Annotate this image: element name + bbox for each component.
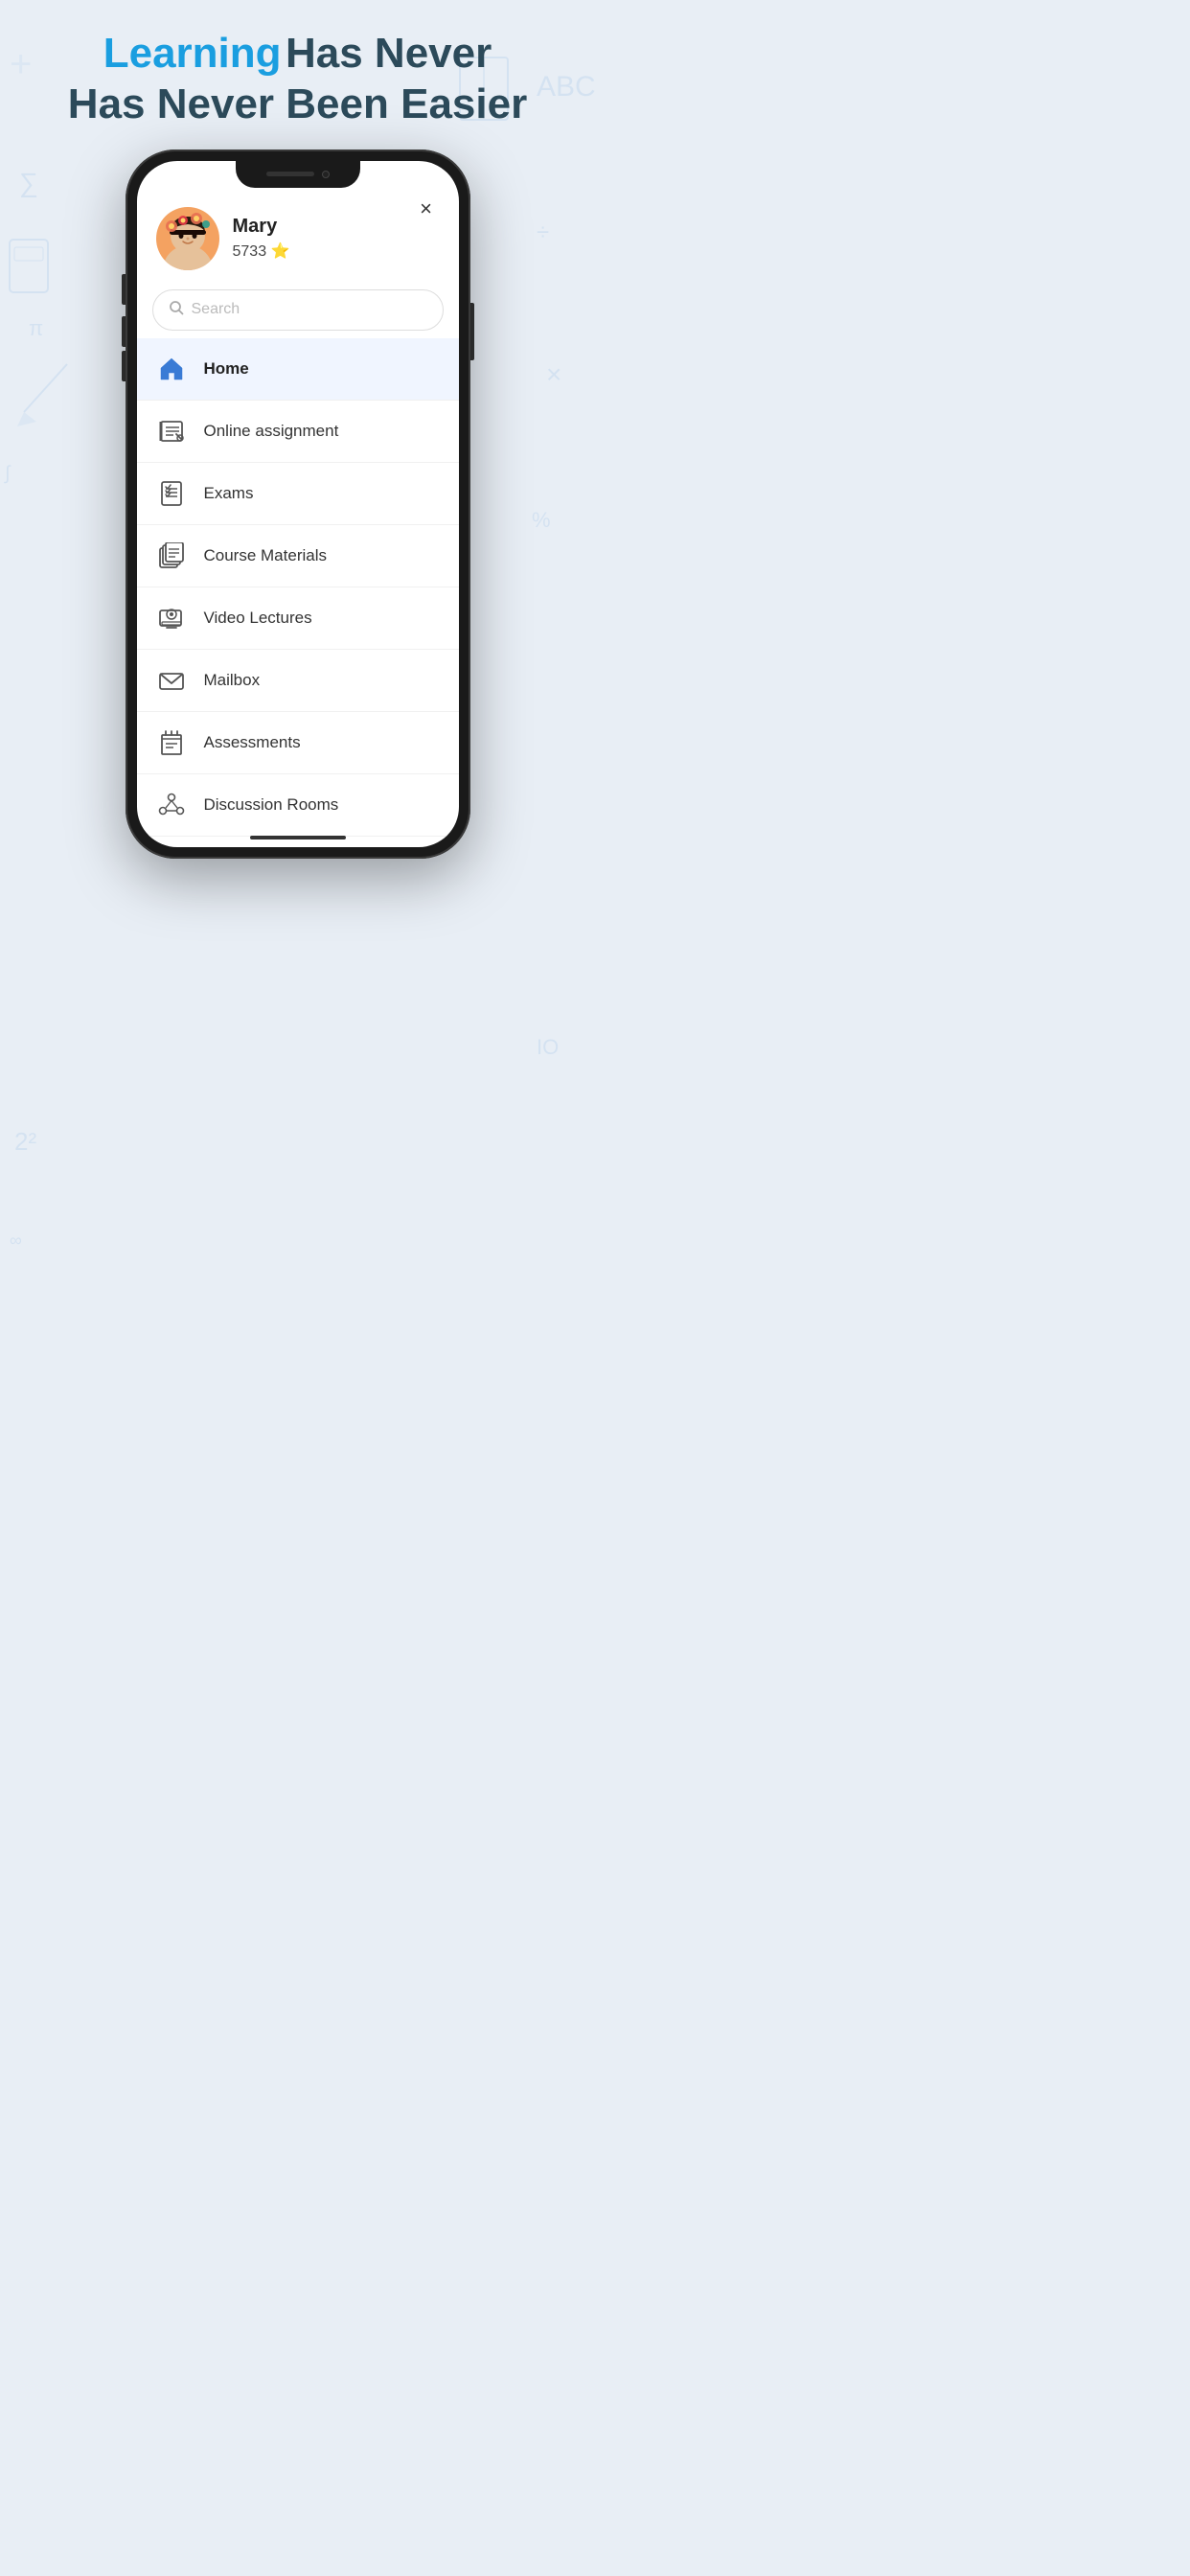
avatar <box>156 207 219 270</box>
menu-item-online-assignment[interactable]: Online assignment <box>137 401 459 463</box>
svg-text:π: π <box>29 316 43 340</box>
notch-speaker <box>266 172 314 176</box>
menu-label-assessments: Assessments <box>204 733 301 752</box>
menu-label-video-lectures: Video Lectures <box>204 609 312 628</box>
svg-text:∫: ∫ <box>4 463 11 484</box>
discussion-rooms-icon <box>156 790 187 820</box>
menu-item-course-materials[interactable]: Course Materials <box>137 525 459 587</box>
hero-section: Learning Has Never Has Never Been Easier <box>68 29 527 130</box>
menu-item-video-lectures[interactable]: Video Lectures <box>137 587 459 650</box>
menu-item-assessments[interactable]: Assessments <box>137 712 459 774</box>
home-icon <box>156 354 187 384</box>
user-info: Mary 5733 ⭐ <box>233 216 290 261</box>
home-bar <box>250 836 346 840</box>
search-icon <box>169 300 184 320</box>
hero-subtitle-line2: Has Never Been Easier <box>68 80 527 127</box>
menu-label-home: Home <box>204 359 249 379</box>
menu-label-mailbox: Mailbox <box>204 671 261 690</box>
svg-text:IO: IO <box>537 1035 559 1059</box>
phone-frame: × <box>126 150 470 859</box>
svg-text:+: + <box>10 43 32 85</box>
hero-learning-word: Learning <box>103 30 282 77</box>
mailbox-icon <box>156 665 187 696</box>
phone-notch <box>236 161 360 188</box>
menu-label-assignment: Online assignment <box>204 422 339 441</box>
assessments-icon <box>156 727 187 758</box>
exams-icon <box>156 478 187 509</box>
svg-text:%: % <box>532 508 551 532</box>
svg-text:ABC: ABC <box>537 71 595 103</box>
menu-item-mailbox[interactable]: Mailbox <box>137 650 459 712</box>
menu-list: Home Onli <box>137 338 459 847</box>
menu-label-exams: Exams <box>204 484 254 503</box>
notch-camera <box>322 171 330 178</box>
menu-item-exams[interactable]: Exams <box>137 463 459 525</box>
hero-subtitle-line1: Has Never <box>286 30 492 77</box>
svg-text:÷: ÷ <box>537 219 549 245</box>
video-lectures-icon <box>156 603 187 633</box>
screen-content: × <box>137 161 459 847</box>
user-profile: Mary 5733 ⭐ <box>137 192 459 282</box>
menu-item-home[interactable]: Home <box>137 338 459 401</box>
svg-text:∑: ∑ <box>19 168 38 197</box>
close-button[interactable]: × <box>413 196 440 222</box>
menu-label-course-materials: Course Materials <box>204 546 328 565</box>
assignment-icon <box>156 416 187 447</box>
menu-item-discussion-rooms[interactable]: Discussion Rooms <box>137 774 459 837</box>
user-name: Mary <box>233 216 290 238</box>
svg-text:2²: 2² <box>14 1127 36 1156</box>
course-materials-icon <box>156 540 187 571</box>
search-placeholder: Search <box>192 301 240 318</box>
svg-text:∞: ∞ <box>10 1230 22 1250</box>
menu-label-discussion-rooms: Discussion Rooms <box>204 795 339 815</box>
svg-text:×: × <box>546 359 561 389</box>
phone-screen: × <box>137 161 459 847</box>
user-score: 5733 ⭐ <box>233 242 290 261</box>
search-bar[interactable]: Search <box>152 289 444 331</box>
